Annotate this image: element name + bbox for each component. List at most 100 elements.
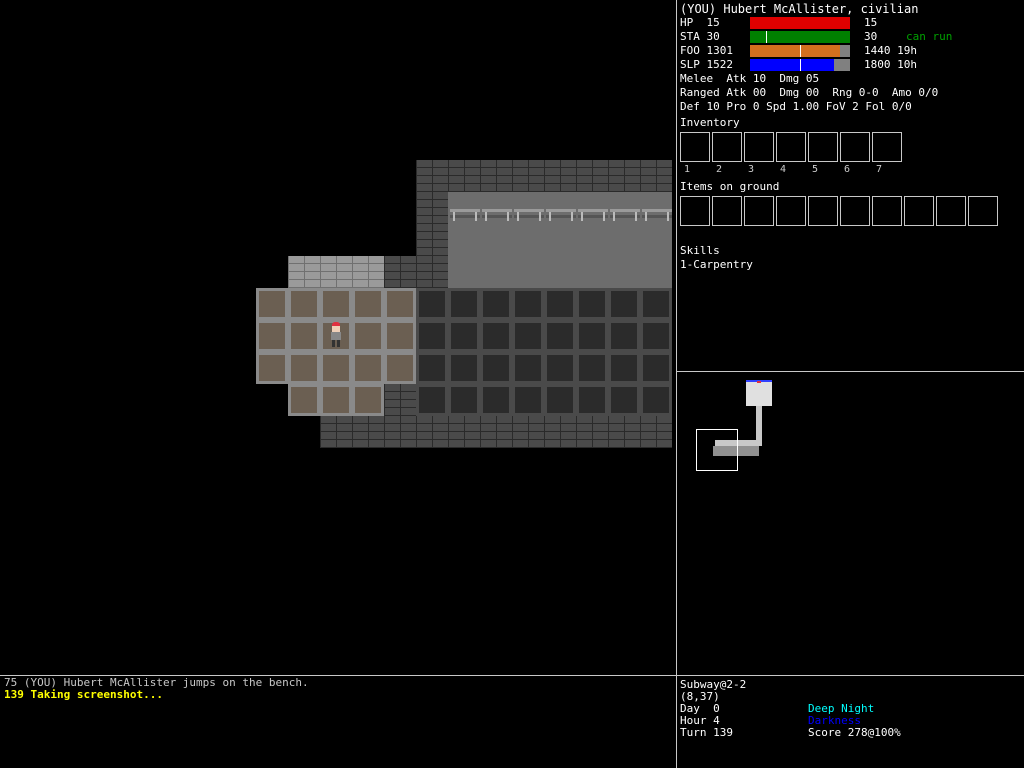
floor-tile-lit (288, 320, 320, 352)
floor-tile-dark (608, 384, 640, 416)
floor-tile-dark (640, 288, 672, 320)
inventory-slot[interactable] (776, 132, 806, 162)
stat-bar-marker (766, 31, 767, 43)
stat-label: STA 30 (680, 30, 733, 43)
stat-max: 30 (864, 30, 878, 43)
inventory-slot[interactable] (744, 132, 774, 162)
floor-tile-lit (384, 352, 416, 384)
stat-label: HP 15 (680, 16, 733, 29)
floor-tile-dark (608, 352, 640, 384)
map-view[interactable] (0, 0, 676, 675)
ground-slot[interactable] (968, 196, 998, 226)
wall-left-upper (416, 192, 448, 288)
ground-slot[interactable] (776, 196, 806, 226)
character-title: (YOU) Hubert McAllister, civilian (680, 2, 919, 16)
wall-lit (288, 256, 384, 288)
floor-tile-lit (352, 384, 384, 416)
stat-bar (750, 17, 850, 29)
floor-tile-lit (256, 352, 288, 384)
subway-platform (448, 192, 672, 288)
ground-slot[interactable] (936, 196, 966, 226)
bench[interactable] (642, 209, 672, 221)
wall-lower-left (384, 384, 416, 416)
floor-tile-dark (480, 352, 512, 384)
wall-lower (320, 416, 672, 448)
floor-tile-dark (576, 320, 608, 352)
turn-text: Turn 139 (680, 726, 733, 739)
floor-tile-dark (544, 320, 576, 352)
ground-slot[interactable] (840, 196, 870, 226)
floor-tile-dark (416, 384, 448, 416)
ground-label: Items on ground (680, 180, 780, 193)
floor-tile-dark (448, 288, 480, 320)
floor-tile-dark (512, 352, 544, 384)
minimap[interactable] (677, 372, 1024, 675)
floor-tile-dark (544, 288, 576, 320)
inventory-slot-number: 3 (748, 164, 755, 175)
ground-slot[interactable] (744, 196, 774, 226)
ground-slot[interactable] (680, 196, 710, 226)
floor-tile-dark (448, 384, 480, 416)
floor-tile-dark (512, 320, 544, 352)
ground-slot[interactable] (872, 196, 902, 226)
floor-tile-dark (576, 384, 608, 416)
floor-tile-lit (352, 288, 384, 320)
inventory-slot-number: 7 (876, 164, 883, 175)
bench[interactable] (546, 209, 576, 221)
message-line: 139 Taking screenshot... (4, 688, 163, 701)
floor-tile-dark (416, 352, 448, 384)
floor-tile-dark (448, 352, 480, 384)
ground-slot[interactable] (712, 196, 742, 226)
bench[interactable] (482, 209, 512, 221)
skills-label: Skills (680, 244, 720, 257)
floor-tile-dark (608, 288, 640, 320)
stat-bar-marker (800, 59, 801, 71)
bench[interactable] (450, 209, 480, 221)
stat-extra: can run (906, 30, 953, 43)
floor-tile-dark (544, 384, 576, 416)
stat-bar (750, 45, 850, 57)
inventory-slot[interactable] (680, 132, 710, 162)
inventory-slot[interactable] (840, 132, 870, 162)
bench[interactable] (578, 209, 608, 221)
stat-max: 15 (864, 16, 878, 29)
floor-tile-dark (512, 384, 544, 416)
floor-tile-lit (384, 288, 416, 320)
floor-tile-dark (480, 320, 512, 352)
stat-label: SLP 1522 (680, 58, 733, 71)
floor-tile-dark (544, 352, 576, 384)
ground-slot[interactable] (808, 196, 838, 226)
ranged-stats: Ranged Atk 00 Dmg 00 Rng 0-0 Amo 0/0 (680, 86, 939, 99)
stat-max: 1440 19h (864, 44, 917, 57)
inventory-slot-number: 4 (780, 164, 787, 175)
minimap-viewport-frame (696, 429, 738, 471)
stat-bar-fill (750, 17, 850, 29)
floor-tile-lit (288, 384, 320, 416)
bench[interactable] (610, 209, 640, 221)
floor-tile-lit (384, 320, 416, 352)
inventory-slot-number: 1 (684, 164, 691, 175)
floor-tile-dark (640, 320, 672, 352)
wall-corner (384, 256, 416, 288)
melee-stats: Melee Atk 10 Dmg 05 (680, 72, 820, 85)
floor-tile-lit (288, 288, 320, 320)
floor-tile-dark (480, 384, 512, 416)
floor-tile-lit (352, 320, 384, 352)
inventory-slot[interactable] (808, 132, 838, 162)
floor-tile-lit (352, 352, 384, 384)
floor-tile-dark (416, 320, 448, 352)
skill-item: 1-Carpentry (680, 258, 753, 271)
player-character[interactable] (328, 322, 344, 348)
inventory-slot[interactable] (872, 132, 902, 162)
inventory-slot-number: 6 (844, 164, 851, 175)
stat-label: FOO 1301 (680, 44, 733, 57)
bench[interactable] (514, 209, 544, 221)
stat-bar (750, 31, 850, 43)
inventory-label: Inventory (680, 116, 740, 129)
floor-tile-lit (288, 352, 320, 384)
ground-slot[interactable] (904, 196, 934, 226)
stat-bar-fill (750, 31, 850, 43)
floor-tile-dark (576, 352, 608, 384)
inventory-slot[interactable] (712, 132, 742, 162)
floor-tile-dark (640, 352, 672, 384)
